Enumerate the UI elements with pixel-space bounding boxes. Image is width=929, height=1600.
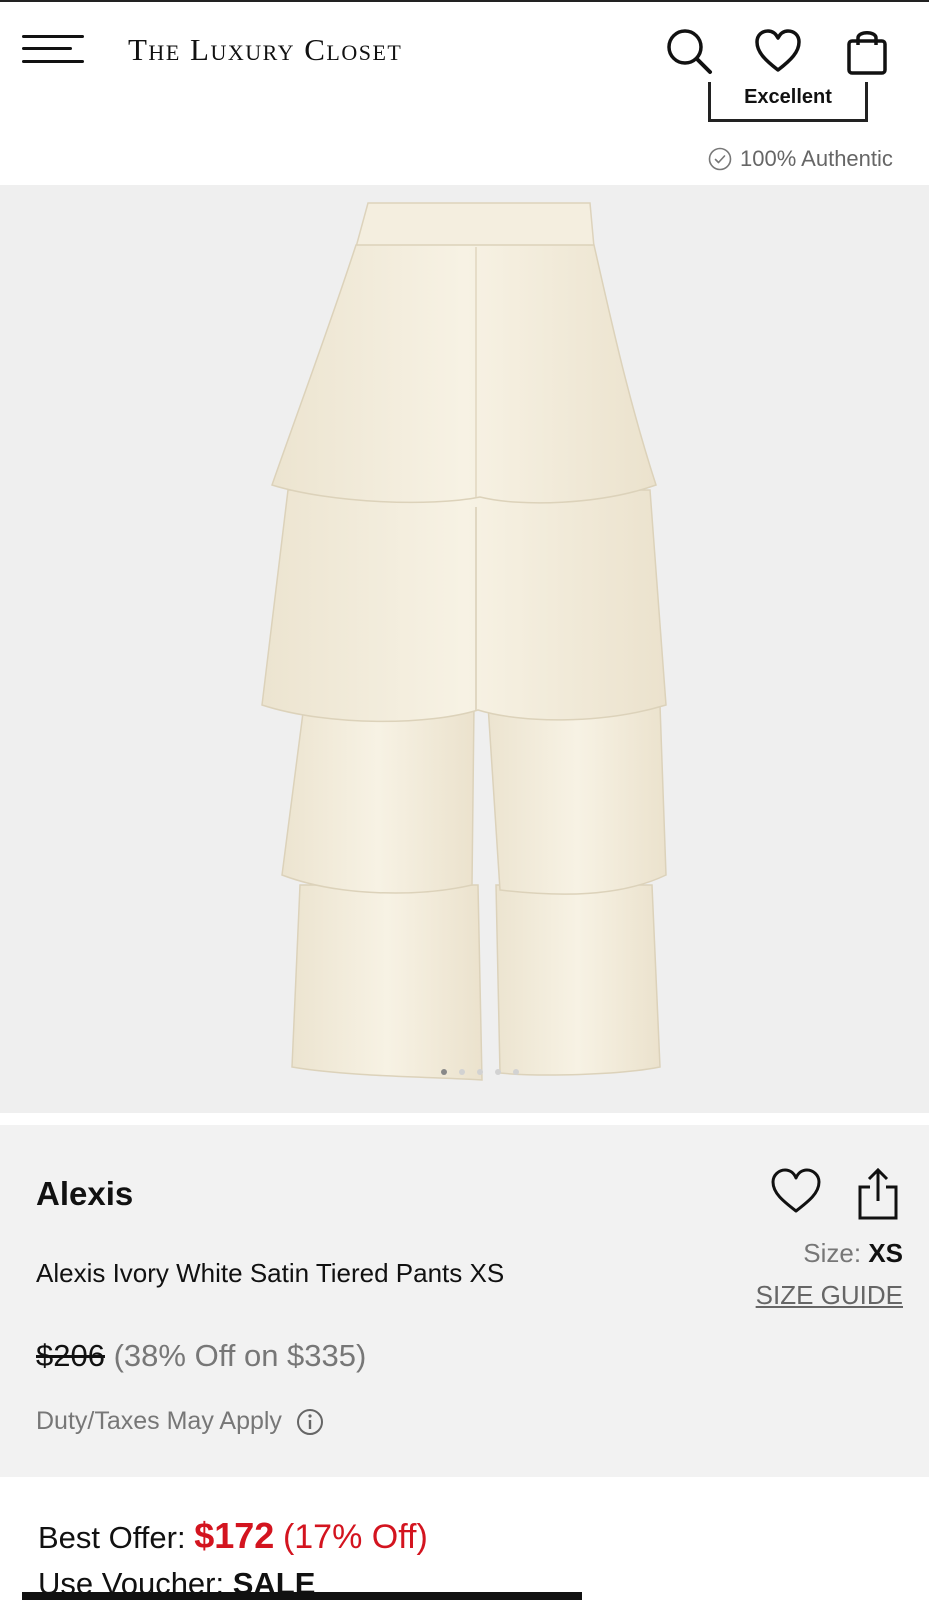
best-offer-amount: $172: [194, 1515, 275, 1556]
info-icon[interactable]: [296, 1408, 324, 1436]
product-image-gallery[interactable]: [0, 185, 929, 1113]
price-row: $206 (38% Off on $335): [36, 1338, 366, 1374]
shopping-bag-icon[interactable]: [844, 26, 894, 76]
share-icon[interactable]: [856, 1167, 900, 1221]
voucher-underline: [22, 1592, 582, 1600]
menu-icon[interactable]: [22, 32, 84, 68]
wishlist-heart-icon[interactable]: [770, 1167, 822, 1215]
gallery-pagination: [0, 1069, 929, 1075]
gallery-dot[interactable]: [512, 1069, 519, 1075]
gallery-dot[interactable]: [476, 1069, 483, 1075]
check-circle-icon: [708, 147, 732, 171]
best-offer-label: Best Offer:: [38, 1520, 186, 1555]
discount-text: (38% Off on $335): [113, 1338, 367, 1373]
size-label: Size:: [803, 1238, 862, 1268]
duty-note: Duty/Taxes May Apply: [36, 1407, 324, 1436]
gallery-dot[interactable]: [440, 1069, 447, 1075]
site-logo[interactable]: The Luxury Closet: [128, 32, 402, 68]
authentic-badge: 100% Authentic: [708, 146, 893, 172]
search-icon[interactable]: [664, 26, 714, 76]
product-name: Alexis Ivory White Satin Tiered Pants XS: [36, 1258, 505, 1288]
price: $206: [36, 1338, 105, 1373]
size-value: XS: [868, 1238, 903, 1268]
authentic-label: 100% Authentic: [740, 146, 893, 171]
best-offer-percent: (17% Off): [282, 1518, 428, 1556]
size-info: Size: XS: [803, 1238, 903, 1269]
product-info-panel: Alexis Alexis Ivory White Satin Tiered P…: [0, 1125, 929, 1477]
best-offer: Best Offer: $172 (17% Off): [38, 1515, 428, 1557]
duty-label: Duty/Taxes May Apply: [36, 1407, 282, 1435]
size-guide-link[interactable]: SIZE GUIDE: [756, 1280, 903, 1311]
product-image: [261, 202, 667, 1081]
brand-name[interactable]: Alexis: [36, 1175, 133, 1213]
condition-badge: Excellent: [708, 82, 868, 122]
condition-label: Excellent: [744, 86, 832, 108]
site-header: The Luxury Closet: [0, 2, 929, 94]
gallery-dot[interactable]: [458, 1069, 465, 1075]
heart-icon[interactable]: [753, 26, 803, 76]
gallery-dot[interactable]: [494, 1069, 501, 1075]
